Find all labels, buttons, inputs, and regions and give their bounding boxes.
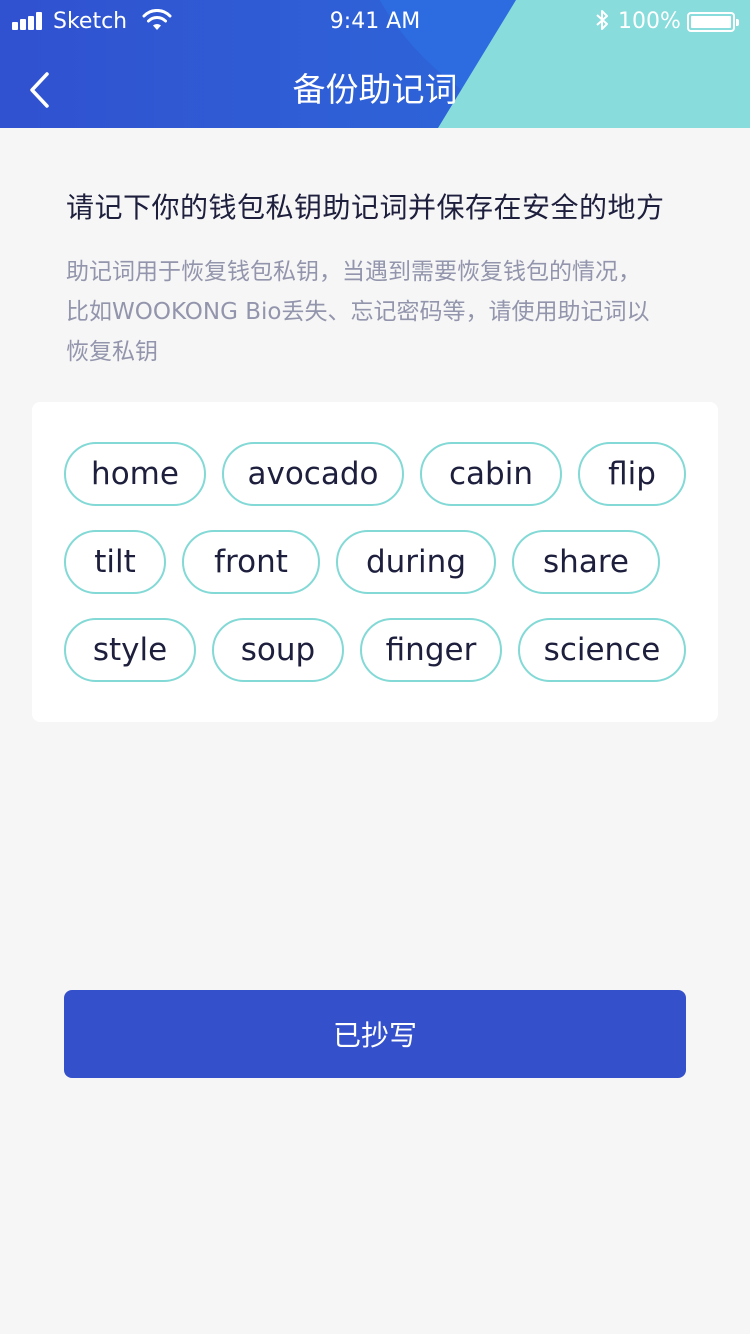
confirm-copied-button[interactable]: 已抄写 <box>64 990 686 1078</box>
description-line: 助记词用于恢复钱包私钥，当遇到需要恢复钱包的情况， <box>66 259 641 285</box>
instruction-description: 助记词用于恢复钱包私钥，当遇到需要恢复钱包的情况， 比如WOOKONG Bio丢… <box>66 252 696 372</box>
mnemonic-word: soup <box>212 618 344 682</box>
mnemonic-word: home <box>64 442 206 506</box>
mnemonic-word: cabin <box>420 442 562 506</box>
mnemonic-word: science <box>518 618 686 682</box>
mnemonic-word: flip <box>578 442 686 506</box>
page-title: 备份助记词 <box>292 70 458 109</box>
mnemonic-word: during <box>336 530 496 594</box>
description-line: 恢复私钥 <box>66 339 158 365</box>
instruction-heading: 请记下你的钱包私钥助记词并保存在安全的地方 <box>66 191 665 224</box>
mnemonic-word: tilt <box>64 530 166 594</box>
nav-header: Sketch 9:41 AM 100% 备份助记词 <box>0 0 750 128</box>
bluetooth-icon <box>596 10 608 30</box>
description-line: 比如WOOKONG Bio丢失、忘记密码等，请使用助记词以 <box>66 299 650 325</box>
mnemonic-word: front <box>182 530 320 594</box>
mnemonic-word: avocado <box>222 442 404 506</box>
mnemonic-word: style <box>64 618 196 682</box>
mnemonic-word: share <box>512 530 660 594</box>
mnemonic-word: finger <box>360 618 502 682</box>
status-bar: Sketch 9:41 AM 100% <box>0 0 750 44</box>
battery-percent: 100% <box>618 9 681 34</box>
battery-icon <box>687 12 739 32</box>
mnemonic-card: home avocado cabin flip tilt front durin… <box>32 402 718 722</box>
